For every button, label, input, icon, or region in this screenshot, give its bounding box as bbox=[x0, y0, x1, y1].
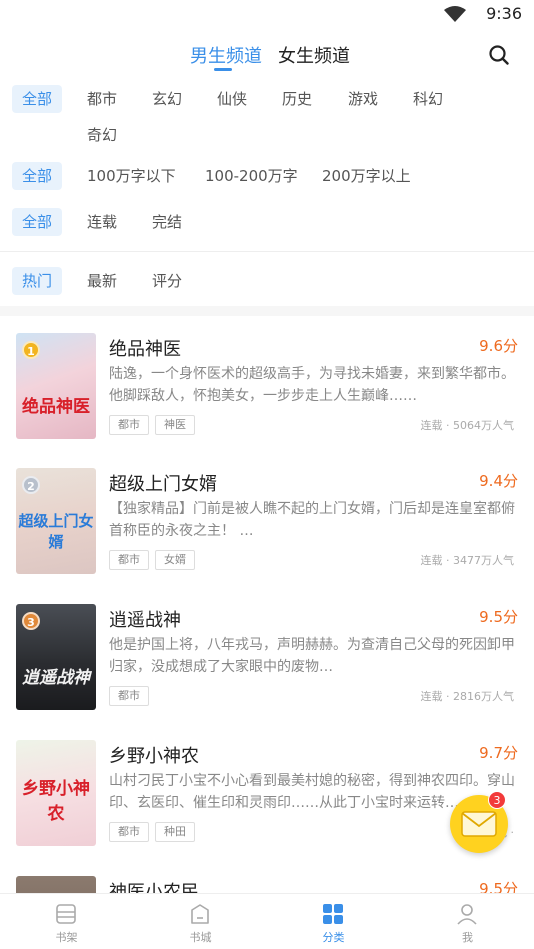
book-title: 超级上门女婿 bbox=[109, 474, 217, 495]
cover-title: 绝品神医 bbox=[22, 397, 90, 417]
book-tags: 都市 bbox=[109, 686, 149, 706]
mail-button[interactable]: 3 bbox=[450, 791, 508, 853]
book-cover: 1 绝品神医 bbox=[16, 333, 96, 439]
wifi-icon bbox=[444, 6, 466, 22]
book-score: 9.7分 bbox=[479, 744, 518, 762]
length-1m-2m[interactable]: 100-200万字 bbox=[195, 162, 308, 190]
cover-title: 乡野小神农 bbox=[22, 779, 90, 824]
book-score: 9.5分 bbox=[479, 880, 518, 893]
book-description: 陆逸，一个身怀医术的超级高手，为寻找未婚妻，来到繁华都市。他脚踩敌人，怀抱美女，… bbox=[109, 366, 515, 404]
bottom-nav: 书架 书城 分类 我 bbox=[0, 893, 534, 949]
sort-newest[interactable]: 最新 bbox=[77, 267, 127, 295]
user-icon bbox=[457, 904, 477, 925]
cover-title: 逍遥战神 bbox=[22, 668, 90, 688]
book-item[interactable]: 3 逍遥战神 逍遥战神 9.5分 他是护国上将，八年戎马，声明赫赫。为查清自己父… bbox=[0, 604, 534, 724]
book-meta: 连载 · 3477万人气 bbox=[420, 554, 514, 567]
category-scifi[interactable]: 科幻 bbox=[403, 85, 453, 113]
book-score: 9.6分 bbox=[479, 337, 518, 355]
book-title: 乡野小神农 bbox=[109, 746, 199, 767]
category-grid-icon bbox=[323, 904, 343, 924]
nav-label: 我 bbox=[462, 931, 473, 944]
book-tag: 神医 bbox=[155, 415, 195, 435]
rank-badge: 3 bbox=[22, 612, 40, 630]
nav-bookshelf[interactable]: 书架 bbox=[0, 894, 133, 949]
rank-badge: 2 bbox=[22, 476, 40, 494]
divider bbox=[0, 251, 534, 252]
book-item[interactable]: 1 绝品神医 绝品神医 9.6分 陆逸，一个身怀医术的超级高手，为寻找未婚妻，来… bbox=[0, 333, 534, 453]
book-tags: 都市 种田 bbox=[109, 822, 195, 842]
sort-hot[interactable]: 热门 bbox=[12, 267, 63, 295]
length-over-2m[interactable]: 200万字以上 bbox=[312, 162, 421, 190]
category-xianxia[interactable]: 仙侠 bbox=[207, 85, 257, 113]
book-tag: 都市 bbox=[109, 822, 149, 842]
status-ongoing[interactable]: 连载 bbox=[77, 208, 127, 236]
nav-label: 分类 bbox=[322, 931, 345, 944]
status-time: 9:36 bbox=[486, 4, 522, 23]
search-icon[interactable] bbox=[488, 44, 510, 66]
length-filter: 全部 100万字以下 100-200万字 200万字以上 bbox=[0, 162, 534, 190]
bookstore-icon bbox=[191, 904, 209, 924]
channel-tabs: 男生频道 女生频道 bbox=[0, 38, 534, 78]
sort-rating[interactable]: 评分 bbox=[142, 267, 192, 295]
nav-label: 书架 bbox=[55, 931, 78, 944]
book-tag: 种田 bbox=[155, 822, 195, 842]
book-score: 9.5分 bbox=[479, 608, 518, 626]
book-item[interactable]: 神医小农民 9.5分 bbox=[0, 876, 534, 893]
rank-badge: 1 bbox=[22, 341, 40, 359]
book-tag: 女婿 bbox=[155, 550, 195, 570]
status-completed[interactable]: 完结 bbox=[142, 208, 192, 236]
nav-label: 书城 bbox=[189, 931, 212, 944]
bookshelf-icon bbox=[56, 904, 76, 924]
book-cover: 2 超级上门女婿 bbox=[16, 468, 96, 574]
book-tags: 都市 女婿 bbox=[109, 550, 195, 570]
category-history[interactable]: 历史 bbox=[272, 85, 322, 113]
book-meta: 连载 · 5064万人气 bbox=[420, 419, 514, 432]
category-magic[interactable]: 奇幻 bbox=[77, 121, 127, 149]
book-title: 绝品神医 bbox=[109, 339, 181, 360]
category-all[interactable]: 全部 bbox=[12, 85, 63, 113]
nav-profile[interactable]: 我 bbox=[401, 894, 534, 949]
nav-bookstore[interactable]: 书城 bbox=[134, 894, 267, 949]
length-all[interactable]: 全部 bbox=[12, 162, 63, 190]
book-meta: 连载 · 2816万人气 bbox=[420, 690, 514, 703]
mail-badge: 3 bbox=[488, 791, 506, 809]
status-filter: 全部 连载 完结 bbox=[0, 208, 534, 236]
sort-filter: 热门 最新 评分 bbox=[0, 267, 534, 295]
book-tags: 都市 神医 bbox=[109, 415, 195, 435]
length-under-1m[interactable]: 100万字以下 bbox=[77, 162, 186, 190]
book-description: 他是护国上将，八年戎马，声明赫赫。为查清自己父母的死因卸甲归家，没成想成了大家眼… bbox=[109, 637, 515, 675]
book-tag: 都市 bbox=[109, 415, 149, 435]
nav-category[interactable]: 分类 bbox=[267, 894, 400, 949]
status-bar: 9:36 bbox=[0, 0, 534, 30]
book-description: 【独家精品】门前是被人瞧不起的上门女婿，门后却是连皇室都俯首称臣的永夜之主！ … bbox=[109, 501, 515, 539]
status-all[interactable]: 全部 bbox=[12, 208, 63, 236]
book-cover: 3 逍遥战神 bbox=[16, 604, 96, 710]
category-urban[interactable]: 都市 bbox=[77, 85, 127, 113]
book-title: 逍遥战神 bbox=[109, 610, 181, 631]
category-game[interactable]: 游戏 bbox=[338, 85, 388, 113]
book-tag: 都市 bbox=[109, 686, 149, 706]
tab-female-channel[interactable]: 女生频道 bbox=[278, 42, 350, 68]
book-item[interactable]: 2 超级上门女婿 超级上门女婿 9.4分 【独家精品】门前是被人瞧不起的上门女婿… bbox=[0, 468, 534, 588]
book-tag: 都市 bbox=[109, 550, 149, 570]
cover-title: 超级上门女婿 bbox=[18, 512, 94, 551]
active-tab-indicator bbox=[214, 68, 232, 71]
book-title: 神医小农民 bbox=[109, 882, 199, 893]
section-gap bbox=[0, 306, 534, 316]
book-score: 9.4分 bbox=[479, 472, 518, 490]
category-filter: 全部 都市 玄幻 仙侠 历史 游戏 科幻 奇幻 bbox=[0, 85, 534, 155]
book-cover bbox=[16, 876, 96, 893]
category-fantasy[interactable]: 玄幻 bbox=[142, 85, 192, 113]
book-cover: 乡野小神农 bbox=[16, 740, 96, 846]
tab-male-channel[interactable]: 男生频道 bbox=[190, 42, 262, 68]
